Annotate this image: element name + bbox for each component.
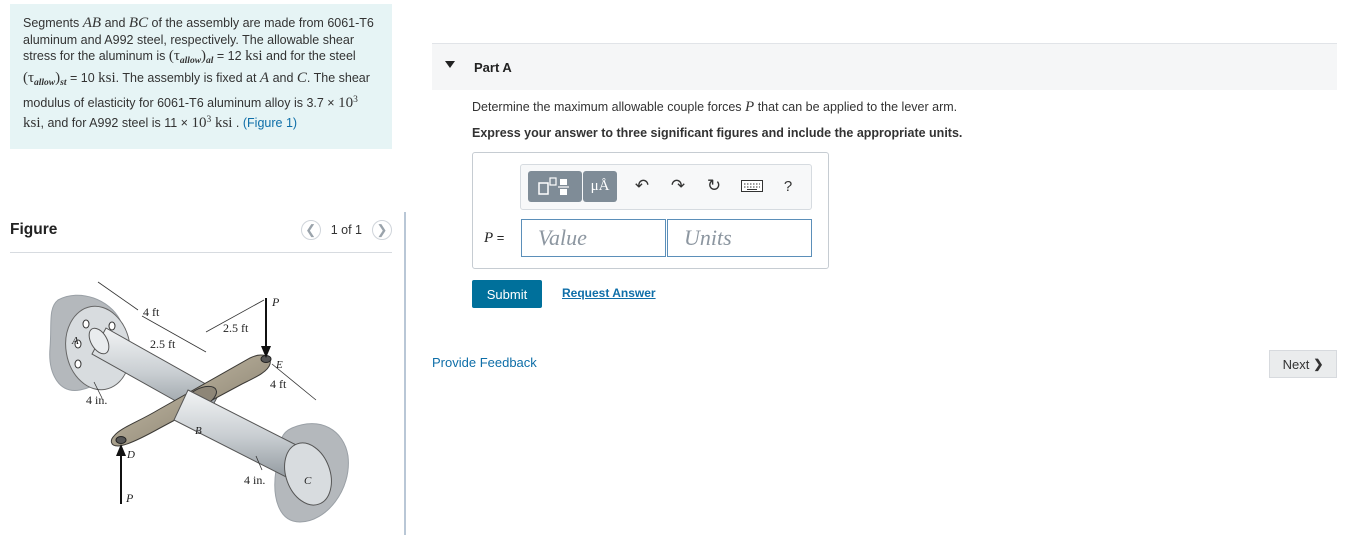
math-tau-al: (τ <box>168 48 180 65</box>
submit-button[interactable]: Submit <box>472 280 542 308</box>
math-a: A <box>259 70 270 87</box>
math-toolbar: μÅ ↶ ↷ ↻ ? <box>520 164 812 210</box>
units-button[interactable]: μÅ <box>583 171 617 202</box>
request-answer-link[interactable]: Request Answer <box>562 286 656 300</box>
reset-icon[interactable]: ↻ <box>702 174 726 198</box>
provide-feedback-link[interactable]: Provide Feedback <box>432 355 537 370</box>
undo-icon[interactable]: ↶ <box>630 174 654 198</box>
help-icon[interactable]: ? <box>776 174 800 198</box>
figure-link[interactable]: (Figure 1) <box>243 116 297 130</box>
figure-pager: ❮ 1 of 1 ❯ <box>300 220 392 240</box>
keyboard-icon[interactable] <box>740 174 764 198</box>
pin-d <box>115 436 127 444</box>
math-ksi: ksi <box>245 48 263 65</box>
problem-text: . The assembly is fixed at <box>115 71 260 86</box>
chevron-right-icon[interactable]: ❯ <box>372 220 392 240</box>
units-input[interactable]: Units <box>667 219 812 257</box>
question-pre: Determine the maximum allowable couple f… <box>472 100 746 114</box>
templates-icon <box>538 176 569 195</box>
math-exp: 3 <box>353 94 358 105</box>
question-var: P <box>745 99 755 115</box>
point-label: D <box>126 449 135 461</box>
problem-statement: Segments AB and BC of the assembly are m… <box>10 4 392 149</box>
math-ten: 10 <box>338 94 354 111</box>
panel-divider[interactable] <box>404 212 406 535</box>
problem-text: Segments <box>23 16 83 30</box>
problem-text: = 10 <box>66 71 99 86</box>
problem-text: and for the steel <box>262 49 356 64</box>
math-sub: allow <box>34 78 56 89</box>
question-post: that can be applied to the lever arm. <box>754 100 958 114</box>
templates-button[interactable] <box>528 171 582 202</box>
figure-header: Figure ❮ 1 of 1 ❯ <box>10 220 392 253</box>
point-label: B <box>195 425 202 437</box>
math-ten: 10 <box>191 114 207 131</box>
math-ksi: ksi <box>23 114 41 131</box>
keyboard-glyph <box>741 180 763 192</box>
answer-variable-label: P = <box>484 230 504 247</box>
instruction-text: Express your answer to three significant… <box>472 126 963 140</box>
chevron-right-icon: ❯ <box>1313 357 1324 371</box>
value-input[interactable]: Value <box>521 219 666 257</box>
caret-down-icon[interactable] <box>445 61 455 68</box>
dim-label: 2.5 ft <box>150 337 176 351</box>
question-text: Determine the maximum allowable couple f… <box>472 99 957 116</box>
figure-title: Figure <box>10 221 58 238</box>
bolt-icon <box>82 319 90 329</box>
answer-eq: = <box>493 230 505 245</box>
math-tau-st: (τ <box>23 70 35 87</box>
part-title: Part A <box>474 60 512 75</box>
pager-text: 1 of 1 <box>330 223 362 237</box>
dim-label: 4 in. <box>244 473 265 487</box>
problem-text: and <box>269 71 297 86</box>
part-a-header[interactable]: Part A <box>432 43 1337 90</box>
problem-text: and <box>101 16 129 30</box>
point-label: C <box>304 475 312 487</box>
dim-label: 2.5 ft <box>223 321 249 335</box>
math-ksi: ksi <box>211 114 233 131</box>
point-label: E <box>275 359 283 371</box>
answer-var: P <box>484 230 494 246</box>
next-button[interactable]: Next ❯ <box>1269 350 1337 378</box>
math-bc: BC <box>128 15 149 31</box>
math-sub: allow <box>179 56 202 67</box>
right-panel: Part A Determine the maximum allowable c… <box>432 0 1337 535</box>
problem-text: = 12 <box>213 49 246 64</box>
problem-text: . <box>232 115 243 130</box>
point-label: A <box>71 335 79 347</box>
bolt-icon <box>108 321 116 331</box>
dim-label: 4 in. <box>86 393 107 407</box>
math-ksi: ksi <box>98 70 116 87</box>
dim-label: 4 ft <box>270 377 287 391</box>
dim-label: 4 ft <box>143 305 160 319</box>
math-ab: AB <box>82 15 102 31</box>
redo-icon[interactable]: ↷ <box>666 174 690 198</box>
chevron-left-icon[interactable]: ❮ <box>300 220 321 240</box>
math-c: C <box>296 70 307 87</box>
force-label: P <box>125 491 134 505</box>
left-panel: Segments AB and BC of the assembly are m… <box>0 0 404 535</box>
force-label: P <box>271 295 280 309</box>
assembly-diagram: 4 ft 2.5 ft 2.5 ft 4 ft 4 in. 4 in. A B … <box>49 281 349 523</box>
answer-box: μÅ ↶ ↷ ↻ ? P = Value Units <box>472 152 829 269</box>
bolt-icon <box>74 359 82 369</box>
problem-text: , and for A992 steel is 11 × <box>40 115 192 130</box>
figure-image: 4 ft 2.5 ft 2.5 ft 4 ft 4 in. 4 in. A B … <box>10 260 392 535</box>
next-label: Next <box>1282 356 1310 372</box>
